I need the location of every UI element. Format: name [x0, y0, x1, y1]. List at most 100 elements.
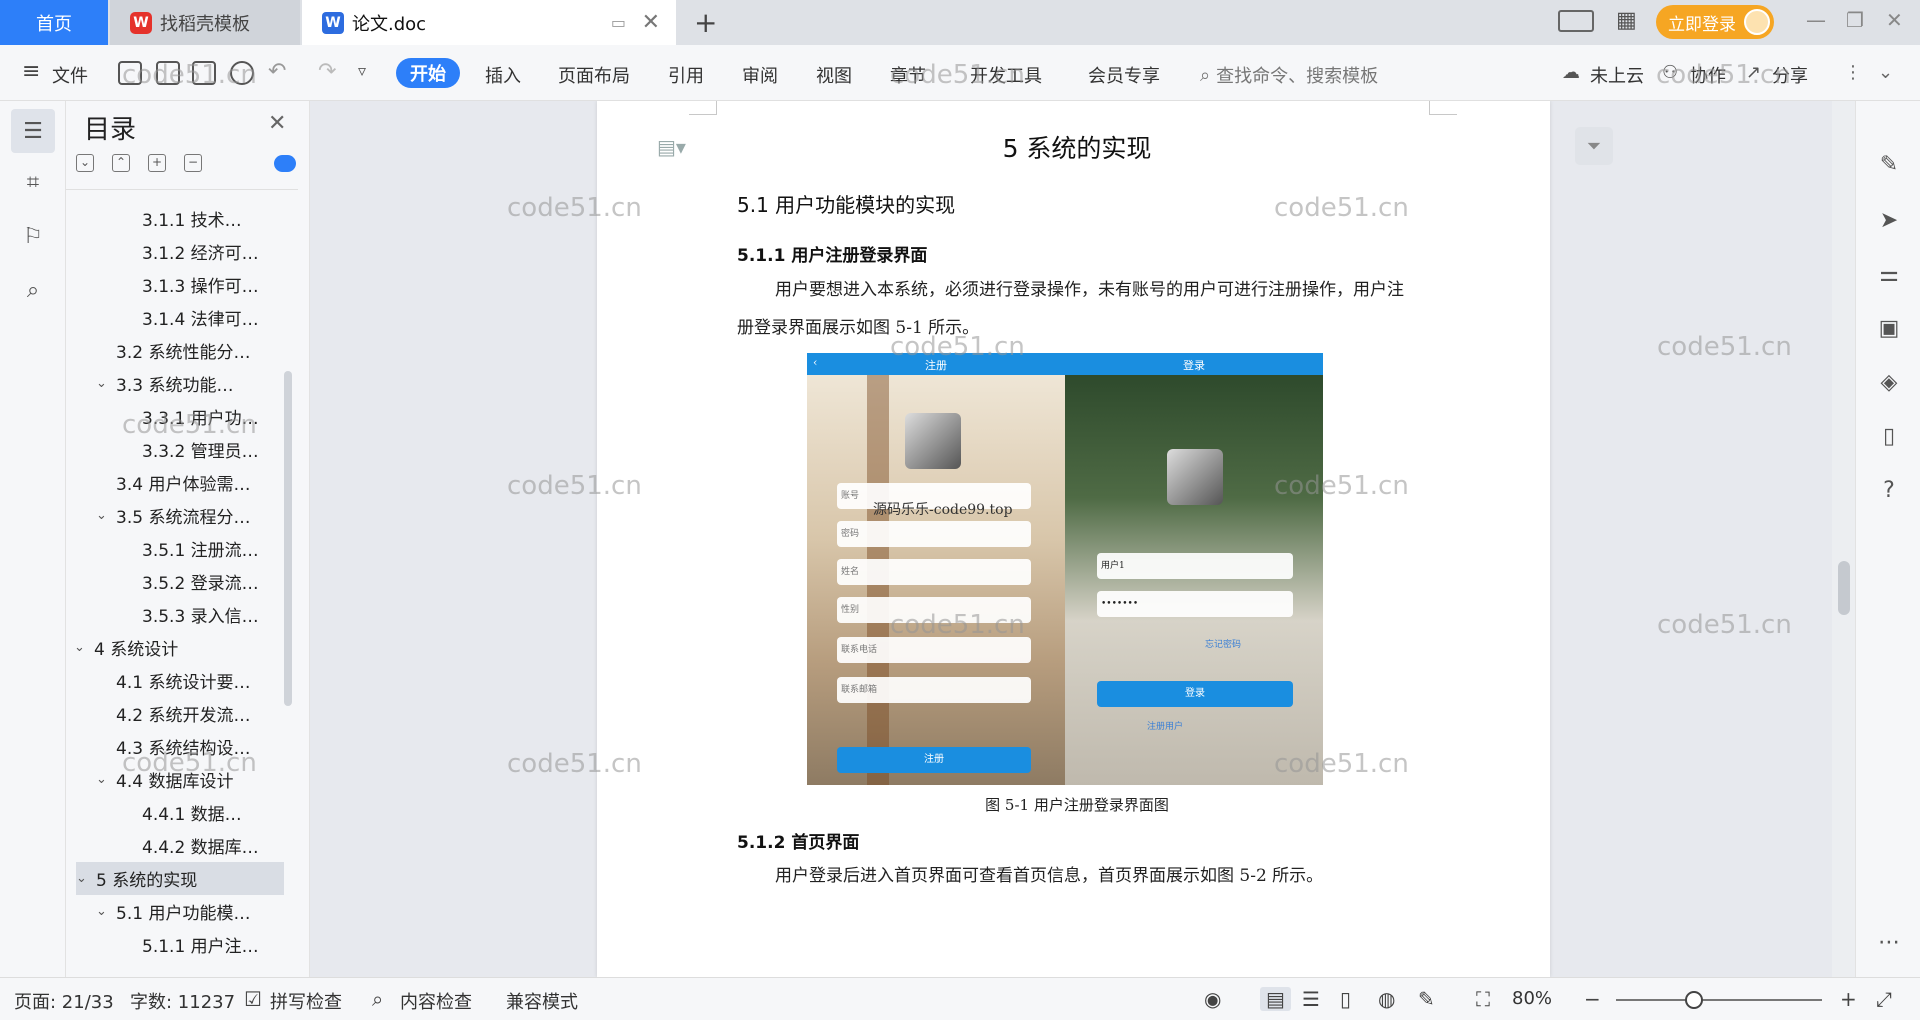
toc-item[interactable]: 3.2 系统性能分…: [66, 334, 294, 367]
toc-item[interactable]: 3.4 用户体验需…: [66, 466, 294, 499]
toc-item[interactable]: 3.3.1 用户功…: [66, 400, 294, 433]
outline-view-icon[interactable]: ☰: [1302, 987, 1320, 1011]
toc-item[interactable]: 3.1.1 技术…: [66, 202, 294, 235]
print-icon[interactable]: [192, 61, 216, 85]
toc-item[interactable]: 3.1.3 操作可…: [66, 268, 294, 301]
tab-page-layout[interactable]: 页面布局: [558, 62, 630, 88]
command-search[interactable]: ⌕ 查找命令、搜索模板: [1200, 62, 1378, 88]
toc-item[interactable]: 4.1 系统设计要…: [66, 664, 294, 697]
menu-icon[interactable]: ≡: [22, 59, 40, 84]
zoom-slider[interactable]: [1616, 999, 1822, 1001]
collapse-all-icon[interactable]: ⌃: [112, 154, 130, 172]
toc-item[interactable]: 4.4.1 数据…: [66, 796, 294, 829]
tab-reference[interactable]: 引用: [668, 62, 704, 88]
read-view-icon[interactable]: ▯: [1340, 987, 1351, 1011]
chevron-down-icon[interactable]: ⌄: [96, 508, 116, 523]
tab-developer[interactable]: 开发工具: [970, 62, 1042, 88]
zoom-level[interactable]: 80%: [1512, 988, 1552, 1009]
minimize-icon[interactable]: —: [1806, 8, 1826, 32]
chevron-down-icon[interactable]: ⌄: [74, 640, 94, 655]
tab-home[interactable]: 首页: [0, 0, 108, 45]
toc-item[interactable]: 5.1.1 用户注…: [66, 928, 294, 961]
chevron-down-icon[interactable]: ⌄: [76, 871, 96, 886]
reader-icon[interactable]: ▯: [1874, 421, 1904, 451]
toc-item[interactable]: 3.1.2 经济可…: [66, 235, 294, 268]
page-count[interactable]: 页面: 21/33: [14, 988, 114, 1014]
zoom-in-icon[interactable]: +: [1840, 987, 1857, 1011]
toc-item[interactable]: ⌄ 5.1 用户功能模…: [66, 895, 294, 928]
cloud-status[interactable]: 未上云: [1590, 62, 1644, 88]
zoom-slider-handle[interactable]: [1685, 991, 1703, 1009]
toc-panel-icon[interactable]: ☰: [11, 109, 55, 153]
eye-icon[interactable]: ◉: [1204, 987, 1221, 1011]
filter-icon[interactable]: ⏷: [1575, 127, 1613, 165]
share-button[interactable]: 分享: [1772, 62, 1808, 88]
style-icon[interactable]: ▣: [1874, 313, 1904, 343]
zoom-out-icon[interactable]: −: [1584, 987, 1601, 1011]
tab-view[interactable]: 视图: [816, 62, 852, 88]
screen-icon[interactable]: ▭: [611, 13, 626, 32]
fit-page-icon[interactable]: ⛶: [1476, 987, 1490, 1011]
login-button[interactable]: 立即登录: [1656, 5, 1774, 39]
toc-item[interactable]: 3.3.2 管理员…: [66, 433, 294, 466]
more-arrow-icon[interactable]: ▿: [358, 61, 366, 80]
tab-template[interactable]: W 找稻壳模板: [110, 0, 300, 45]
toc-item[interactable]: ⌄ 4.4 数据库设计: [66, 763, 294, 796]
paste-options-icon[interactable]: ▤▾: [657, 135, 686, 159]
tab-review[interactable]: 审阅: [742, 62, 778, 88]
remove-heading-icon[interactable]: −: [184, 154, 202, 172]
redo-icon[interactable]: ↷: [318, 59, 336, 84]
navigation-icon[interactable]: ⌗: [18, 167, 48, 197]
toc-item[interactable]: 3.5.3 录入信…: [66, 598, 294, 631]
toc-item[interactable]: ⌄ 3.5 系统流程分…: [66, 499, 294, 532]
vertical-scrollbar[interactable]: [1832, 101, 1855, 977]
close-icon[interactable]: ✕: [268, 111, 286, 136]
toc-item[interactable]: ⌄ 5 系统的实现: [76, 862, 284, 895]
toc-scrollbar[interactable]: [284, 371, 292, 706]
more-options-icon[interactable]: ⋮: [1844, 62, 1862, 83]
collapse-ribbon-icon[interactable]: ⌄: [1878, 62, 1893, 83]
adjust-icon[interactable]: ⚌: [1874, 259, 1904, 289]
toc-item[interactable]: 4.4.2 数据库…: [66, 829, 294, 862]
web-view-icon[interactable]: ◍: [1378, 987, 1395, 1011]
smart-toc-toggle[interactable]: [274, 155, 296, 172]
export-icon[interactable]: [156, 61, 180, 85]
help-icon[interactable]: ?: [1874, 475, 1904, 505]
save-icon[interactable]: [118, 61, 142, 85]
fullscreen-icon[interactable]: ⤢: [1876, 987, 1892, 1011]
scrollbar-thumb[interactable]: [1838, 561, 1850, 615]
content-check-button[interactable]: 内容检查: [400, 988, 472, 1014]
chevron-down-icon[interactable]: ⌄: [96, 376, 116, 391]
pen-icon[interactable]: ✎: [1874, 149, 1904, 179]
page-view-icon[interactable]: ▤: [1260, 987, 1291, 1011]
tab-start[interactable]: 开始: [396, 58, 460, 88]
add-tab-icon[interactable]: +: [694, 6, 717, 39]
toc-item[interactable]: 3.1.4 法律可…: [66, 301, 294, 334]
add-heading-icon[interactable]: +: [148, 154, 166, 172]
toc-item[interactable]: ⌄ 3.3 系统功能…: [66, 367, 294, 400]
apps-grid-icon[interactable]: ▦: [1616, 8, 1637, 33]
restore-icon[interactable]: ❐: [1846, 8, 1864, 32]
spell-check-button[interactable]: 拼写检查: [270, 988, 342, 1014]
file-menu[interactable]: 文件: [52, 62, 88, 88]
more-icon[interactable]: ⋯: [1874, 927, 1904, 957]
chevron-down-icon[interactable]: ⌄: [96, 904, 116, 919]
write-view-icon[interactable]: ✎: [1418, 987, 1435, 1011]
undo-icon[interactable]: ↶: [268, 59, 286, 84]
toc-item[interactable]: ⌄ 4 系统设计: [66, 631, 294, 664]
toc-item[interactable]: 4.3 系统结构设…: [66, 730, 294, 763]
word-count[interactable]: 字数: 11237: [130, 988, 235, 1014]
tab-document[interactable]: W 论文.doc ▭ ✕: [302, 0, 676, 45]
collab-button[interactable]: 协作: [1690, 62, 1726, 88]
tab-member[interactable]: 会员专享: [1088, 62, 1160, 88]
pointer-icon[interactable]: ➤: [1874, 205, 1904, 235]
toc-item[interactable]: 4.2 系统开发流…: [66, 697, 294, 730]
toc-item[interactable]: 3.5.2 登录流…: [66, 565, 294, 598]
tab-insert[interactable]: 插入: [485, 62, 521, 88]
print-preview-icon[interactable]: [230, 61, 254, 85]
find-icon[interactable]: ⌕: [18, 275, 48, 305]
chevron-down-icon[interactable]: ⌄: [96, 772, 116, 787]
close-window-icon[interactable]: ✕: [1886, 8, 1903, 32]
bookmark-icon[interactable]: ⚐: [18, 221, 48, 251]
expand-all-icon[interactable]: ⌄: [76, 154, 94, 172]
